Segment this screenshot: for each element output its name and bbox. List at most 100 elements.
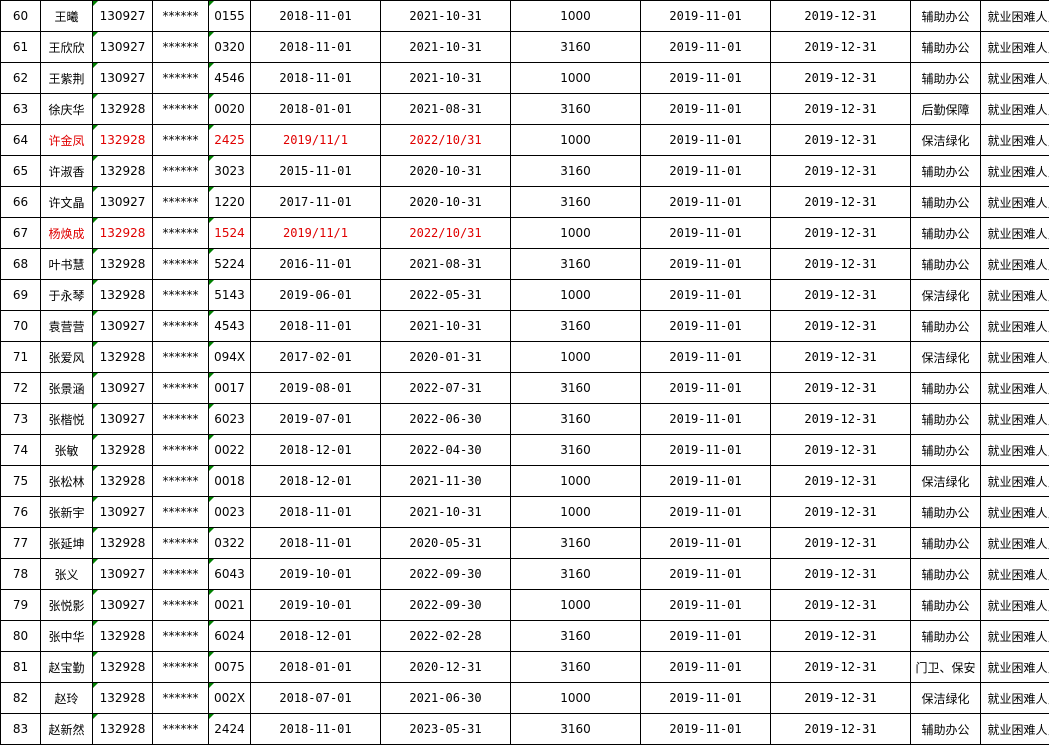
cell-amount[interactable]: 3160 (510, 620, 641, 652)
cell-id-prefix[interactable]: 132928 (92, 713, 153, 745)
cell-contract-start[interactable]: 2018-11-01 (250, 496, 381, 528)
cell-id-prefix[interactable]: 132928 (92, 248, 153, 280)
cell-period-end[interactable]: 2019-12-31 (770, 93, 911, 125)
cell-period-start[interactable]: 2019-11-01 (640, 124, 771, 156)
cell-id-prefix[interactable]: 130927 (92, 403, 153, 435)
cell-id-mask[interactable]: ****** (152, 31, 209, 63)
table-row[interactable]: 80 张中华 132928 ****** 6024 2018-12-01 2022-02-2… (0, 620, 1049, 652)
cell-row-number[interactable]: 65 (0, 155, 41, 187)
cell-id-mask[interactable]: ****** (152, 341, 209, 373)
cell-period-end[interactable]: 2019-12-31 (770, 372, 911, 404)
cell-row-number[interactable]: 81 (0, 651, 41, 683)
cell-id-suffix[interactable]: 0155 (208, 0, 251, 32)
cell-category[interactable]: 就业困难人员 (980, 62, 1049, 94)
cell-post[interactable]: 辅助办公 (910, 186, 981, 218)
cell-id-suffix[interactable]: 6024 (208, 620, 251, 652)
cell-period-start[interactable]: 2019-11-01 (640, 0, 771, 32)
table-row[interactable]: 73 张楷悦 130927 ****** 6023 2019-07-01 2022-06-3… (0, 403, 1049, 435)
table-row[interactable]: 65 许淑香 132928 ****** 3023 2015-11-01 2020-10-3… (0, 155, 1049, 187)
cell-post[interactable]: 辅助办公 (910, 217, 981, 249)
cell-row-number[interactable]: 76 (0, 496, 41, 528)
cell-id-suffix[interactable]: 0023 (208, 496, 251, 528)
cell-period-end[interactable]: 2019-12-31 (770, 279, 911, 311)
cell-id-prefix[interactable]: 130927 (92, 496, 153, 528)
cell-id-mask[interactable]: ****** (152, 124, 209, 156)
cell-id-prefix[interactable]: 130927 (92, 31, 153, 63)
cell-contract-end[interactable]: 2021-10-31 (380, 31, 511, 63)
cell-id-prefix[interactable]: 130927 (92, 589, 153, 621)
cell-contract-start[interactable]: 2018-11-01 (250, 31, 381, 63)
cell-contract-start[interactable]: 2018-01-01 (250, 93, 381, 125)
cell-period-start[interactable]: 2019-11-01 (640, 589, 771, 621)
table-row[interactable]: 81 赵宝勤 132928 ****** 0075 2018-01-01 2020-12-3… (0, 651, 1049, 683)
cell-id-prefix[interactable]: 132928 (92, 279, 153, 311)
cell-category[interactable]: 就业困难人员 (980, 713, 1049, 745)
cell-period-end[interactable]: 2019-12-31 (770, 713, 911, 745)
cell-period-start[interactable]: 2019-11-01 (640, 403, 771, 435)
cell-id-suffix[interactable]: 0021 (208, 589, 251, 621)
cell-contract-start[interactable]: 2018-11-01 (250, 62, 381, 94)
cell-contract-start[interactable]: 2017-02-01 (250, 341, 381, 373)
cell-amount[interactable]: 3160 (510, 558, 641, 590)
cell-period-end[interactable]: 2019-12-31 (770, 589, 911, 621)
cell-name[interactable]: 叶书慧 (40, 248, 93, 280)
table-row[interactable]: 75 张松林 132928 ****** 0018 2018-12-01 2021-11-3… (0, 465, 1049, 497)
cell-post[interactable]: 辅助办公 (910, 713, 981, 745)
cell-post[interactable]: 辅助办公 (910, 155, 981, 187)
cell-period-end[interactable]: 2019-12-31 (770, 434, 911, 466)
cell-period-start[interactable]: 2019-11-01 (640, 620, 771, 652)
cell-contract-start[interactable]: 2015-11-01 (250, 155, 381, 187)
cell-id-mask[interactable]: ****** (152, 62, 209, 94)
cell-name[interactable]: 于永琴 (40, 279, 93, 311)
cell-period-start[interactable]: 2019-11-01 (640, 155, 771, 187)
cell-amount[interactable]: 1000 (510, 465, 641, 497)
cell-name[interactable]: 张中华 (40, 620, 93, 652)
table-row[interactable]: 60 王曦 130927 ****** 0155 2018-11-01 2021-10-31… (0, 0, 1049, 32)
cell-category[interactable]: 就业困难人员 (980, 527, 1049, 559)
cell-name[interactable]: 张敏 (40, 434, 93, 466)
cell-row-number[interactable]: 63 (0, 93, 41, 125)
cell-contract-end[interactable]: 2023-05-31 (380, 713, 511, 745)
cell-contract-start[interactable]: 2018-12-01 (250, 465, 381, 497)
cell-period-start[interactable]: 2019-11-01 (640, 279, 771, 311)
cell-id-mask[interactable]: ****** (152, 186, 209, 218)
cell-contract-start[interactable]: 2018-01-01 (250, 651, 381, 683)
cell-row-number[interactable]: 62 (0, 62, 41, 94)
cell-row-number[interactable]: 67 (0, 217, 41, 249)
cell-id-suffix[interactable]: 0018 (208, 465, 251, 497)
cell-id-prefix[interactable]: 130927 (92, 0, 153, 32)
cell-id-suffix[interactable]: 094X (208, 341, 251, 373)
cell-id-suffix[interactable]: 0320 (208, 31, 251, 63)
cell-contract-end[interactable]: 2022/10/31 (380, 217, 511, 249)
cell-period-start[interactable]: 2019-11-01 (640, 217, 771, 249)
cell-period-end[interactable]: 2019-12-31 (770, 682, 911, 714)
table-row[interactable]: 82 赵玲 132928 ****** 002X 2018-07-01 2021-06-30… (0, 682, 1049, 714)
cell-name[interactable]: 徐庆华 (40, 93, 93, 125)
cell-contract-start[interactable]: 2018-12-01 (250, 434, 381, 466)
cell-period-end[interactable]: 2019-12-31 (770, 248, 911, 280)
cell-id-prefix[interactable]: 132928 (92, 124, 153, 156)
cell-id-prefix[interactable]: 132928 (92, 434, 153, 466)
table-row[interactable]: 71 张爱风 132928 ****** 094X 2017-02-01 2020-01-3… (0, 341, 1049, 373)
cell-post[interactable]: 辅助办公 (910, 558, 981, 590)
cell-contract-start[interactable]: 2019-07-01 (250, 403, 381, 435)
cell-period-end[interactable]: 2019-12-31 (770, 496, 911, 528)
cell-category[interactable]: 就业困难人员 (980, 279, 1049, 311)
cell-contract-start[interactable]: 2018-11-01 (250, 310, 381, 342)
cell-id-suffix[interactable]: 0017 (208, 372, 251, 404)
cell-period-start[interactable]: 2019-11-01 (640, 372, 771, 404)
cell-id-suffix[interactable]: 0022 (208, 434, 251, 466)
table-row[interactable]: 61 王欣欣 130927 ****** 0320 2018-11-01 2021-10-3… (0, 31, 1049, 63)
cell-id-suffix[interactable]: 5143 (208, 279, 251, 311)
cell-id-suffix[interactable]: 0322 (208, 527, 251, 559)
cell-id-suffix[interactable]: 0020 (208, 93, 251, 125)
cell-amount[interactable]: 1000 (510, 589, 641, 621)
cell-id-mask[interactable]: ****** (152, 496, 209, 528)
cell-contract-end[interactable]: 2021-11-30 (380, 465, 511, 497)
cell-post[interactable]: 保洁绿化 (910, 341, 981, 373)
cell-period-end[interactable]: 2019-12-31 (770, 124, 911, 156)
cell-id-mask[interactable]: ****** (152, 527, 209, 559)
cell-id-prefix[interactable]: 130927 (92, 558, 153, 590)
cell-category[interactable]: 就业困难人员 (980, 217, 1049, 249)
cell-id-suffix[interactable]: 6043 (208, 558, 251, 590)
